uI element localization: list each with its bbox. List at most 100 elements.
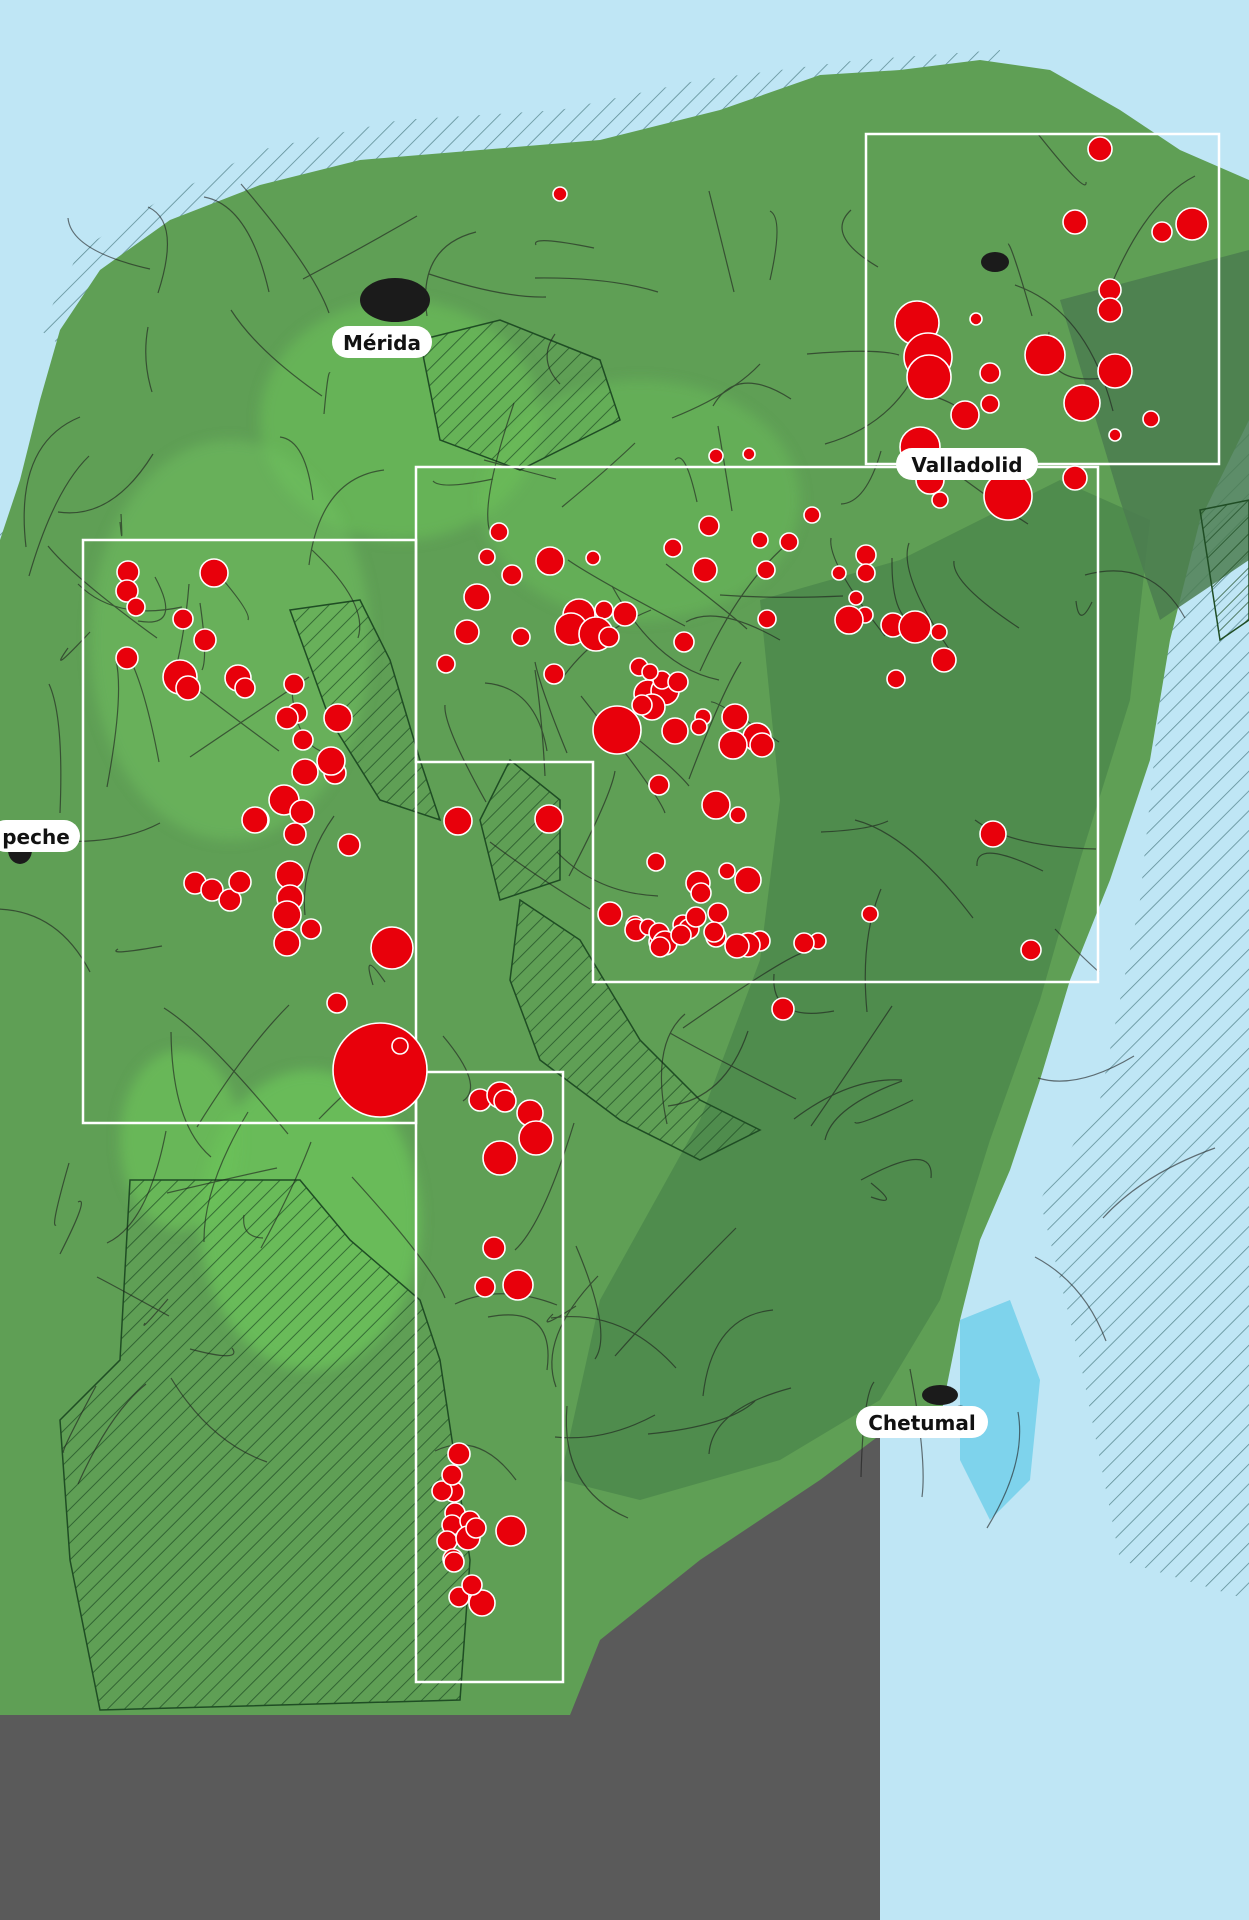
site-marker[interactable] — [698, 515, 720, 537]
site-marker[interactable] — [289, 799, 315, 825]
site-marker[interactable] — [724, 933, 750, 959]
site-marker[interactable] — [898, 610, 932, 644]
site-marker[interactable] — [332, 1022, 428, 1118]
site-marker[interactable] — [1142, 410, 1160, 428]
site-marker[interactable] — [436, 1530, 458, 1552]
site-marker[interactable] — [501, 564, 523, 586]
site-marker[interactable] — [661, 717, 689, 745]
site-marker[interactable] — [489, 522, 509, 542]
site-marker[interactable] — [436, 654, 456, 674]
site-marker[interactable] — [1175, 207, 1209, 241]
site-marker[interactable] — [518, 1120, 554, 1156]
site-marker[interactable] — [1151, 221, 1173, 243]
site-marker[interactable] — [552, 186, 568, 202]
site-marker[interactable] — [193, 628, 217, 652]
site-marker[interactable] — [1062, 209, 1088, 235]
site-marker[interactable] — [834, 605, 864, 635]
site-marker[interactable] — [718, 730, 748, 760]
site-marker[interactable] — [734, 866, 762, 894]
site-marker[interactable] — [930, 623, 948, 641]
site-marker[interactable] — [441, 1464, 463, 1486]
site-marker[interactable] — [950, 400, 980, 430]
site-marker[interactable] — [612, 601, 638, 627]
site-marker[interactable] — [443, 1551, 465, 1573]
site-marker[interactable] — [326, 992, 348, 1014]
site-marker[interactable] — [598, 626, 620, 648]
site-marker[interactable] — [391, 1037, 409, 1055]
site-marker[interactable] — [495, 1515, 527, 1547]
site-marker[interactable] — [685, 906, 707, 928]
site-marker[interactable] — [703, 921, 725, 943]
site-marker[interactable] — [649, 936, 671, 958]
site-marker[interactable] — [502, 1269, 534, 1301]
site-marker[interactable] — [793, 932, 815, 954]
site-marker[interactable] — [585, 550, 601, 566]
site-marker[interactable] — [534, 804, 564, 834]
site-marker[interactable] — [283, 673, 305, 695]
site-marker[interactable] — [707, 902, 729, 924]
site-marker[interactable] — [1062, 465, 1088, 491]
site-marker[interactable] — [969, 312, 983, 326]
site-marker[interactable] — [979, 820, 1007, 848]
site-marker[interactable] — [718, 862, 736, 880]
site-marker[interactable] — [300, 918, 322, 940]
site-marker[interactable] — [1024, 334, 1066, 376]
site-marker[interactable] — [856, 563, 876, 583]
site-marker[interactable] — [779, 532, 799, 552]
site-marker[interactable] — [1108, 428, 1122, 442]
site-marker[interactable] — [323, 703, 353, 733]
site-marker[interactable] — [482, 1236, 506, 1260]
site-marker[interactable] — [337, 833, 361, 857]
site-marker[interactable] — [535, 546, 565, 576]
site-marker[interactable] — [756, 560, 776, 580]
site-marker[interactable] — [454, 619, 480, 645]
site-marker[interactable] — [474, 1276, 496, 1298]
site-marker[interactable] — [543, 663, 565, 685]
site-marker[interactable] — [631, 694, 653, 716]
site-marker[interactable] — [126, 597, 146, 617]
site-marker[interactable] — [241, 806, 269, 834]
site-marker[interactable] — [478, 548, 496, 566]
site-marker[interactable] — [931, 647, 957, 673]
site-marker[interactable] — [721, 703, 749, 731]
site-marker[interactable] — [597, 901, 623, 927]
site-marker[interactable] — [234, 677, 256, 699]
site-marker[interactable] — [690, 718, 708, 736]
site-marker[interactable] — [708, 448, 724, 464]
site-marker[interactable] — [861, 905, 879, 923]
site-marker[interactable] — [646, 852, 666, 872]
site-marker[interactable] — [831, 565, 847, 581]
site-marker[interactable] — [316, 746, 346, 776]
site-marker[interactable] — [690, 882, 712, 904]
site-marker[interactable] — [228, 870, 252, 894]
site-marker[interactable] — [291, 758, 319, 786]
site-marker[interactable] — [447, 1442, 471, 1466]
site-marker[interactable] — [980, 394, 1000, 414]
site-marker[interactable] — [273, 929, 301, 957]
site-marker[interactable] — [729, 806, 747, 824]
yucatan-map[interactable]: Mérida Valladolid peche Chetumal — [0, 0, 1249, 1920]
site-marker[interactable] — [848, 590, 864, 606]
site-marker[interactable] — [465, 1517, 487, 1539]
site-marker[interactable] — [175, 675, 201, 701]
site-marker[interactable] — [886, 669, 906, 689]
site-marker[interactable] — [1020, 939, 1042, 961]
site-marker[interactable] — [272, 900, 302, 930]
site-marker[interactable] — [749, 732, 775, 758]
site-marker[interactable] — [463, 583, 491, 611]
site-marker[interactable] — [199, 558, 229, 588]
site-marker[interactable] — [667, 671, 689, 693]
site-marker[interactable] — [115, 646, 139, 670]
site-marker[interactable] — [906, 354, 952, 400]
site-marker[interactable] — [692, 557, 718, 583]
site-marker[interactable] — [493, 1089, 517, 1113]
site-marker[interactable] — [979, 362, 1001, 384]
site-marker[interactable] — [648, 774, 670, 796]
site-marker[interactable] — [370, 926, 414, 970]
site-marker[interactable] — [663, 538, 683, 558]
site-marker[interactable] — [1097, 297, 1123, 323]
site-marker[interactable] — [443, 806, 473, 836]
site-marker[interactable] — [771, 997, 795, 1021]
site-marker[interactable] — [461, 1574, 483, 1596]
site-marker[interactable] — [172, 608, 194, 630]
